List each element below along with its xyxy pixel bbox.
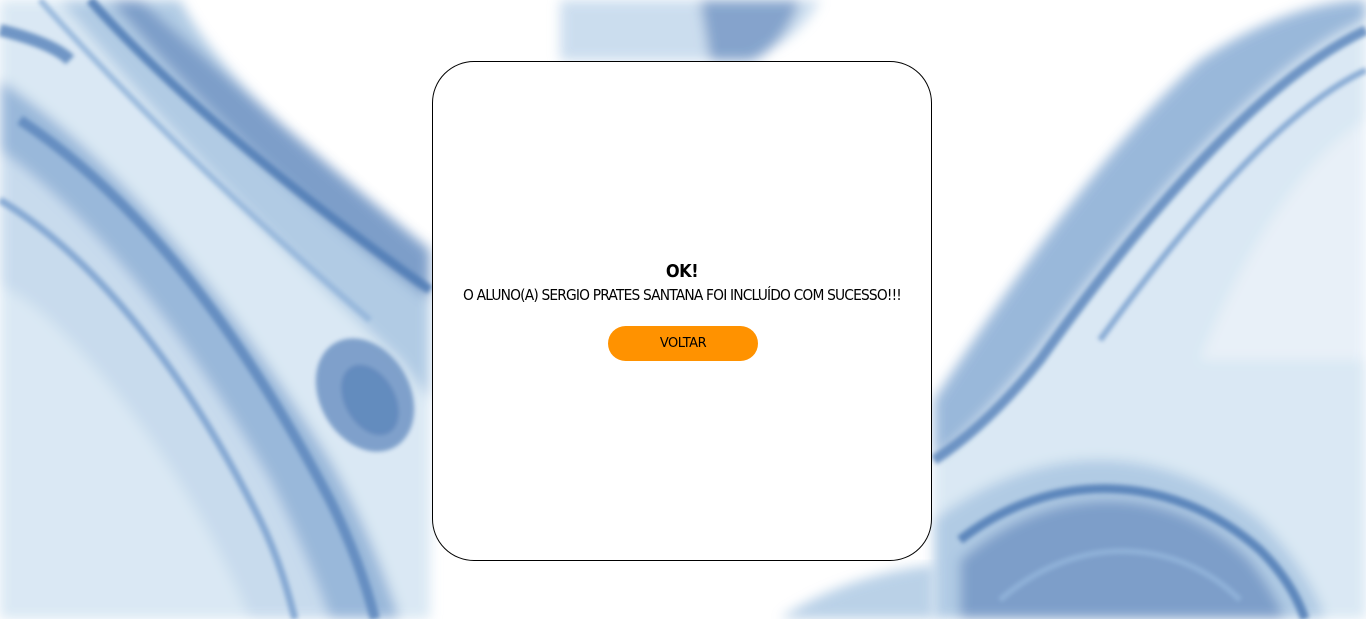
success-dialog: OK! O ALUNO(A) SERGIO PRATES SANTANA FOI… <box>432 61 932 561</box>
dialog-title: OK! <box>665 261 699 282</box>
success-message: O ALUNO(A) SERGIO PRATES SANTANA FOI INC… <box>462 286 902 304</box>
voltar-button[interactable]: VOLTAR <box>608 326 758 361</box>
